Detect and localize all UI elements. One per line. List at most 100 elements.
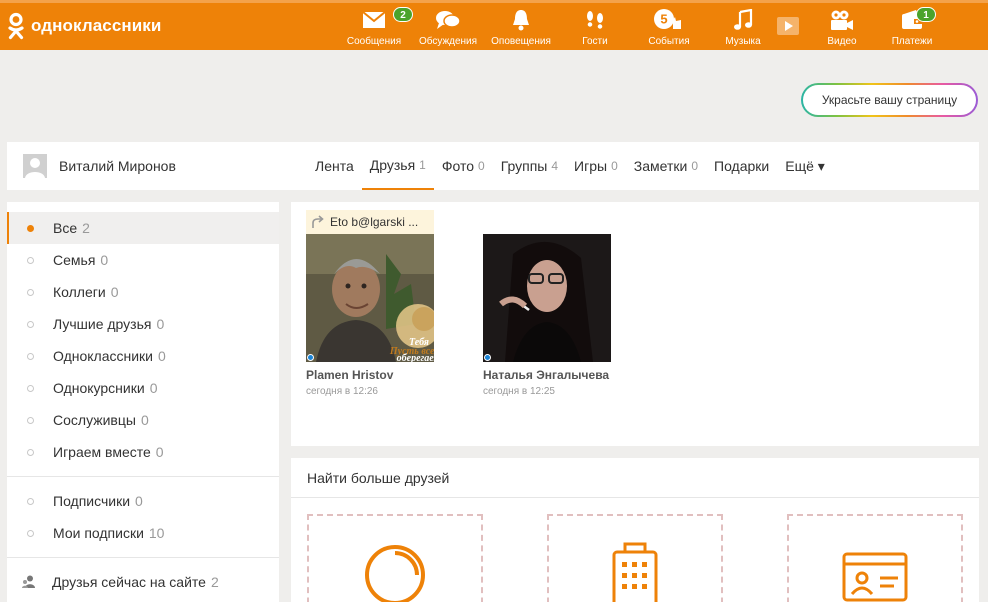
sidebar-divider	[7, 557, 279, 558]
sidebar-item-subscribers[interactable]: Подписчики 0	[7, 485, 279, 517]
find-by-school-card[interactable]	[307, 514, 483, 602]
online-indicator-icon	[484, 354, 491, 361]
friend-last-seen: сегодня в 12:26	[306, 386, 378, 397]
sidebar-item-count: 0	[156, 316, 165, 332]
events-count: 5	[660, 12, 667, 27]
friend-photo[interactable]: Пусть всегда Тебя оберегает	[306, 234, 434, 362]
find-friends-panel: Найти больше друзей	[291, 458, 979, 602]
bullet-icon	[27, 384, 34, 392]
footprints-icon	[555, 6, 635, 34]
sidebar-item-label: Лучшие друзья	[53, 316, 152, 332]
tab-games[interactable]: Игры 0	[566, 142, 626, 190]
nav-messages-label: Сообщения	[346, 36, 402, 47]
tab-count: 4	[551, 159, 559, 173]
sidebar-item-all[interactable]: Все 2	[7, 212, 279, 244]
nav-guests-label: Гости	[582, 36, 608, 47]
nav-discussions[interactable]: Обсуждения	[408, 6, 488, 50]
sidebar-item-label: Одноклассники	[53, 348, 154, 364]
tab-friends[interactable]: Друзья 1	[361, 142, 434, 190]
friend-name[interactable]: Plamen Hristov	[306, 368, 436, 382]
people-icon	[22, 575, 38, 589]
nav-events[interactable]: 5 События	[629, 6, 709, 50]
bullet-icon	[27, 256, 34, 264]
payments-badge: 1	[916, 7, 936, 22]
tab-groups[interactable]: Группы 4	[493, 142, 566, 190]
sidebar-item-my-subscriptions[interactable]: Мои подписки 10	[7, 517, 279, 549]
sidebar-item-play-together[interactable]: Играем вместе 0	[7, 436, 279, 468]
avatar[interactable]	[23, 154, 47, 178]
nav-messages[interactable]: Сообщения 2	[334, 6, 414, 50]
sidebar-item-count: 2	[210, 574, 219, 590]
find-by-contacts-card[interactable]	[787, 514, 963, 602]
share-tag[interactable]: Eto b@lgarski ...	[306, 210, 434, 234]
sidebar-item-label: Коллеги	[53, 284, 106, 300]
tab-label: Игры	[574, 158, 608, 174]
sidebar-item-count: 0	[158, 348, 166, 364]
sidebar-item-count: 2	[82, 220, 90, 236]
user-silhouette-icon	[23, 154, 47, 178]
friend-photo[interactable]	[483, 234, 611, 362]
tab-label: Заметки	[633, 158, 688, 174]
nav-discussions-label: Обсуждения	[418, 36, 478, 47]
friend-card[interactable]: Пусть всегда Тебя оберегает Plamen Hrist…	[306, 234, 436, 397]
tab-label: Лента	[315, 158, 354, 174]
tab-count: 0	[611, 159, 618, 173]
nav-notifications[interactable]: Оповещения	[481, 6, 561, 50]
nav-guests[interactable]: Гости	[555, 6, 635, 50]
tab-label: Друзья	[369, 157, 416, 173]
sidebar-item-count: 0	[140, 412, 149, 428]
friend-card[interactable]: Наталья Энгалычева сегодня в 12:25	[483, 234, 613, 397]
user-name[interactable]: Виталий Миронов	[59, 158, 176, 174]
tab-photos[interactable]: Фото 0	[434, 142, 493, 190]
share-tag-text: Eto b@lgarski ...	[330, 215, 419, 229]
nav-video[interactable]: Видео	[802, 6, 882, 50]
bullet-icon	[27, 529, 34, 537]
sidebar-item-online-friends[interactable]: Друзья сейчас на сайте 2	[7, 566, 279, 598]
sidebar-item-coursemates[interactable]: Однокурсники 0	[7, 372, 279, 404]
tab-count: 0	[478, 159, 485, 173]
nav-payments-label: Платежи	[891, 36, 933, 47]
tab-feed[interactable]: Лента	[307, 142, 362, 190]
sidebar-item-label: Однокурсники	[53, 380, 145, 396]
nav-events-label: События	[648, 36, 690, 47]
friend-photo-image: Пусть всегда Тебя оберегает	[306, 234, 434, 362]
ok-logo-icon	[7, 12, 25, 40]
contact-card-icon	[842, 552, 908, 602]
graduation-ring-icon	[365, 545, 425, 602]
bullet-icon	[27, 320, 34, 328]
tab-gifts[interactable]: Подарки	[706, 142, 777, 190]
tab-label: Ещё ▾	[785, 157, 825, 174]
sidebar-divider	[7, 476, 279, 477]
sidebar-item-count: 0	[110, 284, 119, 300]
sidebar-item-label: Сослуживцы	[53, 412, 136, 428]
nav-payments[interactable]: Платежи 1	[872, 6, 952, 50]
friend-name[interactable]: Наталья Энгалычева	[483, 368, 613, 382]
sidebar-item-best-friends[interactable]: Лучшие друзья 0	[7, 308, 279, 340]
bell-icon	[481, 6, 561, 34]
sidebar-item-family[interactable]: Семья 0	[7, 244, 279, 276]
find-by-work-card[interactable]	[547, 514, 723, 602]
decorate-page-label: Украсьте вашу страницу	[803, 85, 976, 115]
ok-logo[interactable]: одноклассники	[7, 12, 161, 40]
wallet-icon	[872, 6, 952, 34]
tab-count: 1	[419, 158, 426, 172]
profile-bar: Виталий Миронов Лента Друзья 1 Фото 0 Груп…	[7, 142, 979, 190]
photo-caption-line: Тебя	[409, 337, 429, 348]
bullet-icon	[27, 288, 34, 296]
bullet-icon	[27, 224, 34, 232]
tab-notes[interactable]: Заметки 0	[626, 142, 706, 190]
nav-notifications-label: Оповещения	[491, 36, 551, 47]
find-friends-title: Найти больше друзей	[291, 458, 979, 498]
photo-caption-line: оберегает	[397, 353, 434, 362]
tab-count: 0	[691, 159, 698, 173]
sidebar-item-classmates[interactable]: Одноклассники 0	[7, 340, 279, 372]
share-arrow-icon	[312, 215, 324, 228]
decorate-page-button[interactable]: Украсьте вашу страницу	[801, 83, 978, 117]
tab-more[interactable]: Ещё ▾	[777, 142, 833, 190]
friend-last-seen: сегодня в 12:25	[483, 386, 555, 397]
sidebar-item-count: 0	[135, 493, 143, 509]
video-camera-icon	[802, 6, 882, 34]
sidebar-item-coworkers[interactable]: Сослуживцы 0	[7, 404, 279, 436]
sidebar-item-colleagues[interactable]: Коллеги 0	[7, 276, 279, 308]
nav-video-label: Видео	[827, 36, 857, 47]
